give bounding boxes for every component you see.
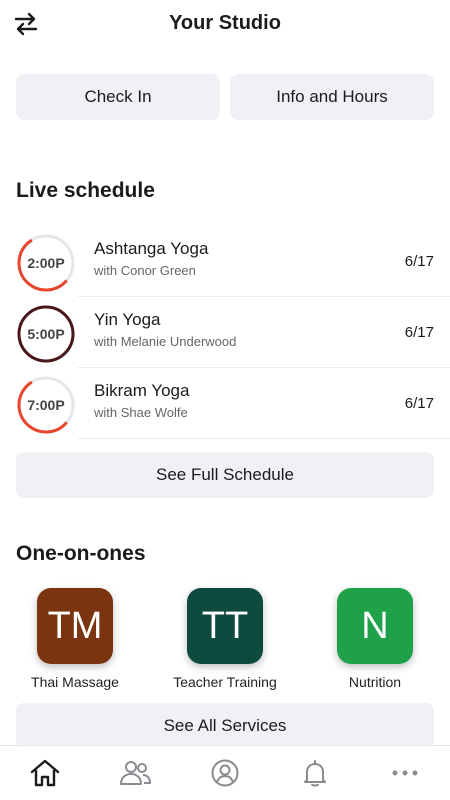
home-icon (30, 759, 60, 787)
tab-notifications[interactable] (270, 746, 360, 800)
class-time: 2:00P (27, 255, 65, 271)
info-and-hours-button[interactable]: Info and Hours (230, 74, 434, 120)
service-tile[interactable]: N (337, 588, 413, 664)
class-time: 5:00P (27, 326, 65, 342)
profile-icon (211, 759, 239, 787)
service-tile[interactable]: TT (187, 588, 263, 664)
divider (78, 296, 450, 297)
service-item-teacher-training[interactable]: TT Teacher Training (160, 588, 290, 692)
see-full-schedule-button[interactable]: See Full Schedule (16, 452, 434, 498)
one-on-ones-title: One-on-ones (16, 542, 146, 565)
service-label: Teacher Training (173, 674, 277, 690)
more-icon (392, 770, 418, 776)
class-date: 6/17 (404, 395, 434, 412)
class-row[interactable]: 7:00P Bikram Yoga with Shae Wolfe 6/17 (16, 369, 450, 439)
tab-home[interactable] (0, 746, 90, 800)
page-title: Your Studio (169, 12, 281, 34)
tab-more[interactable] (360, 746, 450, 800)
tab-people[interactable] (90, 746, 180, 800)
class-date: 6/17 (404, 253, 434, 270)
class-name: Yin Yoga (94, 310, 161, 329)
class-time: 7:00P (27, 397, 65, 413)
tab-profile[interactable] (180, 746, 270, 800)
tab-bar (0, 745, 450, 800)
class-teacher: with Shae Wolfe (94, 405, 188, 420)
class-row[interactable]: 5:00P Yin Yoga with Melanie Underwood 6/… (16, 298, 450, 368)
service-item-nutrition[interactable]: N Nutrition (310, 588, 440, 692)
service-label: Thai Massage (31, 674, 119, 690)
class-teacher: with Melanie Underwood (94, 334, 237, 349)
live-schedule-title: Live schedule (16, 179, 155, 202)
class-date: 6/17 (404, 324, 434, 341)
header: Your Studio (0, 0, 450, 52)
divider (78, 367, 450, 368)
class-name: Ashtanga Yoga (94, 239, 209, 258)
class-name: Bikram Yoga (94, 381, 190, 400)
service-label: Nutrition (348, 674, 402, 690)
class-row[interactable]: 2:00P Ashtanga Yoga with Conor Green 6/1… (16, 227, 450, 297)
check-in-button[interactable]: Check In (16, 74, 220, 120)
divider (78, 438, 450, 439)
people-icon (120, 761, 151, 785)
service-tile[interactable]: TM (37, 588, 113, 664)
see-all-services-button[interactable]: See All Services (16, 703, 434, 749)
service-item-thai-massage[interactable]: TM Thai Massage (10, 588, 140, 692)
class-teacher: with Conor Green (94, 263, 196, 278)
bell-icon (304, 760, 326, 787)
